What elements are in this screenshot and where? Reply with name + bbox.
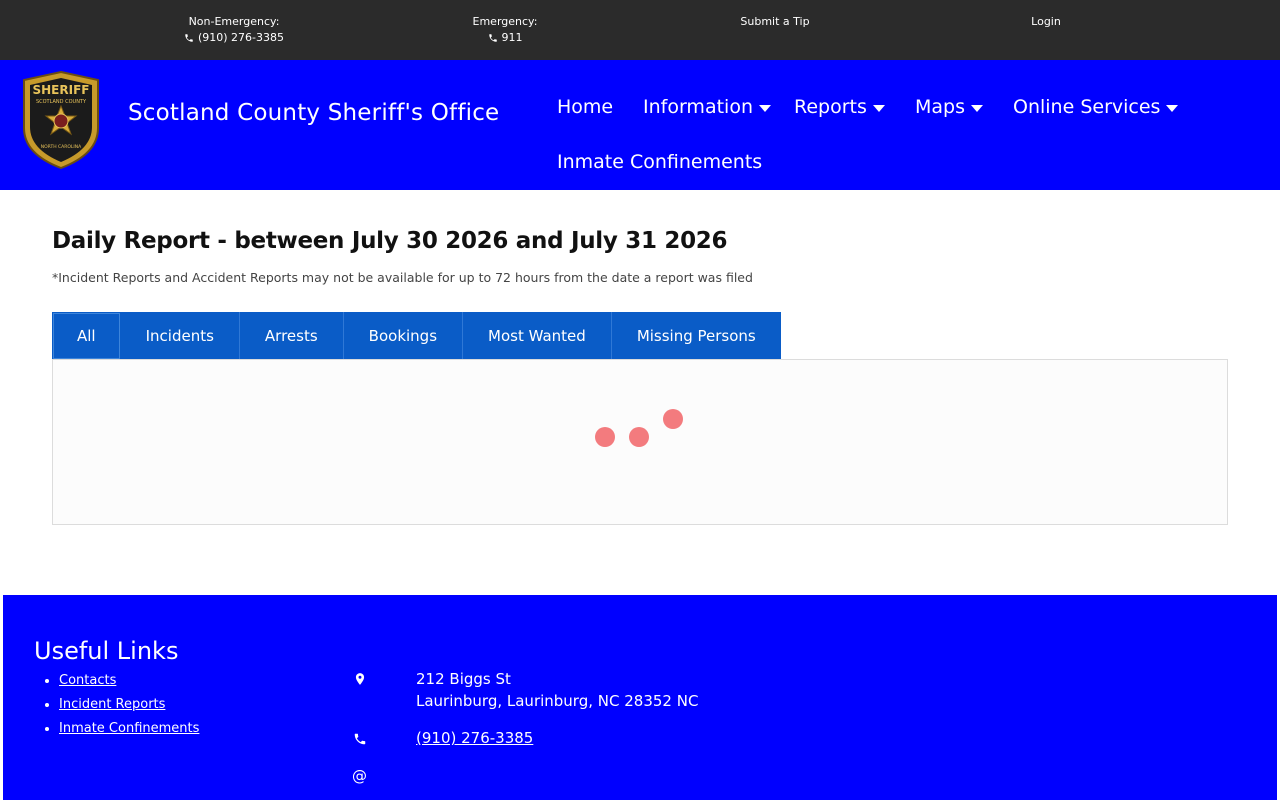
footer-address: 212 Biggs St Laurinburg, Laurinburg, NC … <box>416 668 698 712</box>
site-title[interactable]: Scotland County Sheriff's Office <box>128 100 499 126</box>
link-inmate-confinements[interactable]: Inmate Confinements <box>59 721 199 736</box>
non-emergency-phone-text: (910) 276-3385 <box>197 31 285 44</box>
non-emergency-label: Non-Emergency: <box>188 15 280 28</box>
loading-dot <box>595 427 615 447</box>
page-title: Daily Report - between July 30 2026 and … <box>52 228 728 254</box>
tab-content-panel <box>52 359 1228 525</box>
nav-maps[interactable]: Maps <box>915 96 983 118</box>
nav-information-label: Information <box>643 96 753 118</box>
list-item: Inmate Confinements <box>59 721 199 736</box>
caret-down-icon <box>872 104 885 112</box>
nav-reports-label: Reports <box>794 96 867 118</box>
tab-bookings[interactable]: Bookings <box>344 312 464 360</box>
nav-information[interactable]: Information <box>643 96 771 118</box>
list-item: Incident Reports <box>59 697 199 712</box>
emergency-label: Emergency: <box>472 15 538 28</box>
nav-home-label: Home <box>557 96 614 118</box>
map-pin-icon <box>355 673 365 685</box>
nav-reports[interactable]: Reports <box>794 96 885 118</box>
nav-maps-label: Maps <box>915 96 965 118</box>
emergency-contact: Emergency: 911 <box>395 14 615 48</box>
caret-down-icon <box>758 104 771 112</box>
phone-icon <box>185 34 193 42</box>
nav-home[interactable]: Home <box>557 96 613 118</box>
caret-down-icon <box>971 104 983 112</box>
site-header: SHERIFF SCOTLAND COUNTY NORTH CAROLINA S… <box>0 60 1280 190</box>
list-item: Contacts <box>59 673 199 688</box>
footer-phone: (910) 276-3385 <box>416 727 533 749</box>
loading-dot <box>663 409 683 429</box>
phone-icon <box>488 34 497 42</box>
tab-missing-persons[interactable]: Missing Persons <box>612 312 781 360</box>
caret-down-icon <box>1166 104 1179 112</box>
nav-online-services[interactable]: Online Services <box>1013 96 1179 118</box>
tab-incidents[interactable]: Incidents <box>121 312 240 360</box>
address-line-1: 212 Biggs St <box>416 670 511 688</box>
non-emergency-phone[interactable]: (910) 276-3385 <box>184 30 284 46</box>
sheriff-badge-logo[interactable]: SHERIFF SCOTLAND COUNTY NORTH CAROLINA <box>20 70 102 170</box>
at-icon: @ <box>352 767 367 785</box>
login-link[interactable]: Login <box>936 14 1156 30</box>
nav-online-services-label: Online Services <box>1013 96 1161 118</box>
footer-phone-link[interactable]: (910) 276-3385 <box>416 729 533 747</box>
link-incident-reports[interactable]: Incident Reports <box>59 697 165 712</box>
top-utility-bar: Non-Emergency: (910) 276-3385 Emergency:… <box>0 0 1280 60</box>
logo-text-bottom: NORTH CAROLINA <box>41 144 82 150</box>
logo-text-ring: SCOTLAND COUNTY <box>36 99 87 105</box>
footer-title: Useful Links <box>34 637 179 665</box>
non-emergency-contact: Non-Emergency: (910) 276-3385 <box>124 14 344 48</box>
address-line-2: Laurinburg, Laurinburg, NC 28352 NC <box>416 692 699 710</box>
logo-text-top: SHERIFF <box>33 83 90 97</box>
tab-all[interactable]: All <box>52 312 121 360</box>
link-contacts[interactable]: Contacts <box>59 673 116 688</box>
nav-inmate-confinements[interactable]: Inmate Confinements <box>557 151 762 173</box>
loading-dot <box>629 427 649 447</box>
nav-inmate-confinements-label: Inmate Confinements <box>557 151 763 173</box>
report-tabs: All Incidents Arrests Bookings Most Want… <box>52 312 781 360</box>
submit-tip-link[interactable]: Submit a Tip <box>665 14 885 30</box>
useful-links-list: Contacts Incident Reports Inmate Confine… <box>59 673 199 745</box>
tab-most-wanted[interactable]: Most Wanted <box>463 312 612 360</box>
phone-icon <box>354 733 366 745</box>
tab-arrests[interactable]: Arrests <box>240 312 344 360</box>
emergency-phone[interactable]: 911 <box>488 30 523 46</box>
site-footer: Useful Links Contacts Incident Reports I… <box>3 595 1277 800</box>
availability-notice: *Incident Reports and Accident Reports m… <box>52 270 753 285</box>
emergency-phone-text: 911 <box>501 31 523 44</box>
